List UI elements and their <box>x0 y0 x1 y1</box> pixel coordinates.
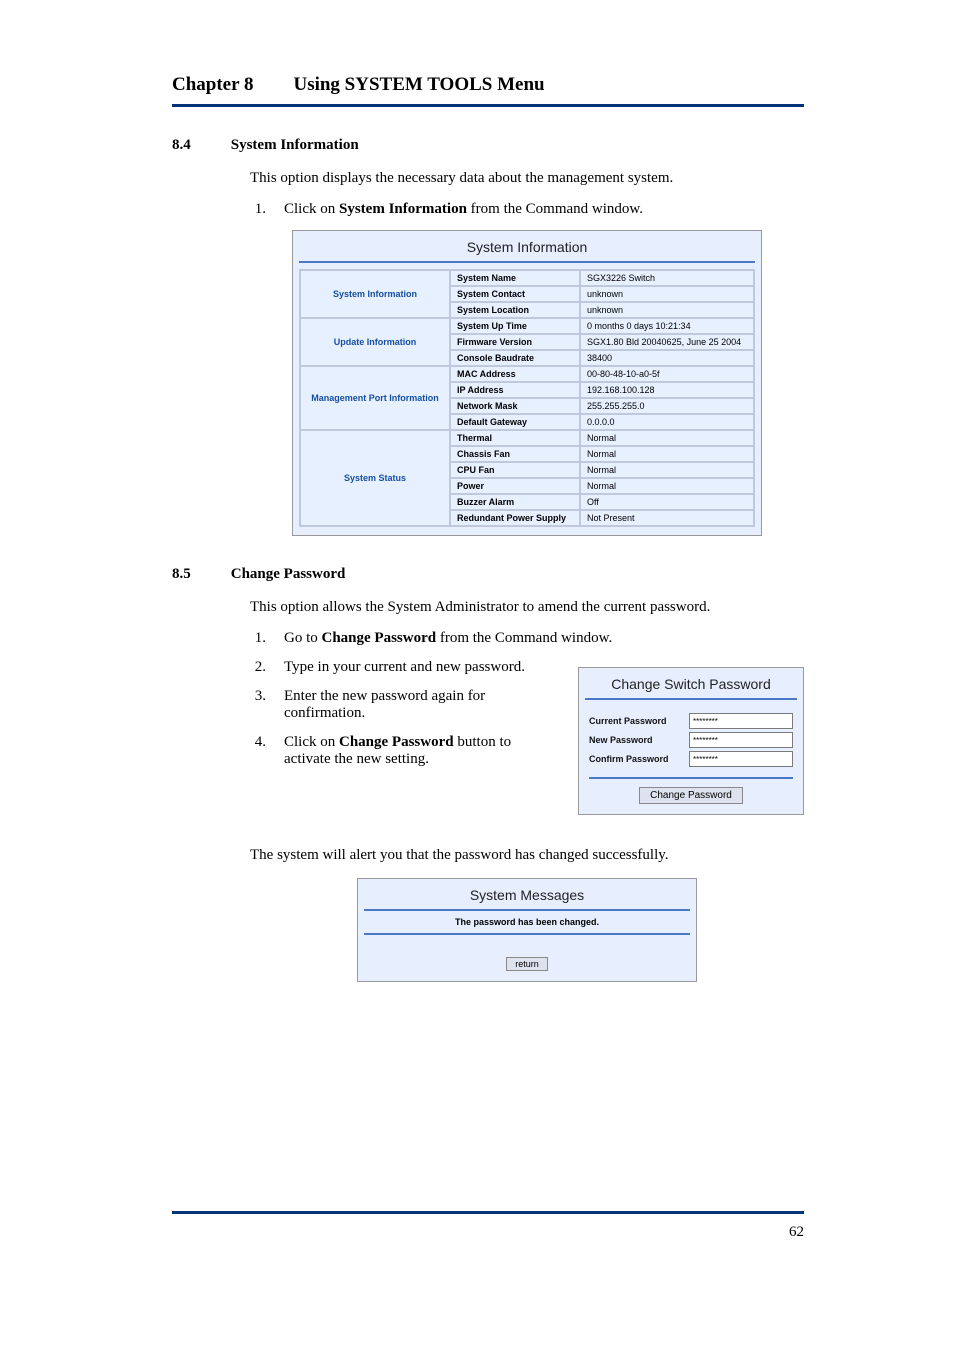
change-password-button[interactable]: Change Password <box>639 787 743 804</box>
new-password-label: New Password <box>589 735 681 745</box>
system-messages-screenshot: System Messages The password has been ch… <box>357 878 697 982</box>
field-value: 0 months 0 days 10:21:34 <box>580 318 754 334</box>
field-value: unknown <box>580 302 754 318</box>
field-label: Firmware Version <box>450 334 580 350</box>
section-8-5-heading: 8.5 Change Password <box>172 566 804 583</box>
field-value: 00-80-48-10-a0-5f <box>580 366 754 382</box>
field-value: Normal <box>580 462 754 478</box>
step-text: Enter the new password again for confirm… <box>284 688 558 722</box>
field-value: SGX1.80 Bld 20040625, June 25 2004 <box>580 334 754 350</box>
field-label: System Contact <box>450 286 580 302</box>
current-password-label: Current Password <box>589 716 681 726</box>
system-information-screenshot: System Information System InformationSys… <box>292 230 762 536</box>
field-label: CPU Fan <box>450 462 580 478</box>
step-text: Click on Change Password button to activ… <box>284 734 558 768</box>
return-button[interactable]: return <box>506 957 548 971</box>
field-label: Chassis Fan <box>450 446 580 462</box>
field-value: unknown <box>580 286 754 302</box>
step-number: 1. <box>250 201 266 218</box>
chapter-header: Chapter 8 Using SYSTEM TOOLS Menu <box>172 68 804 107</box>
section-8-5-step-3: 3. Enter the new password again for conf… <box>250 688 558 722</box>
step-text: Go to Change Password from the Command w… <box>284 630 612 647</box>
field-value: SGX3226 Switch <box>580 270 754 286</box>
field-label: System Name <box>450 270 580 286</box>
field-label: IP Address <box>450 382 580 398</box>
section-8-4-intro: This option displays the necessary data … <box>250 170 804 187</box>
field-value: Off <box>580 494 754 510</box>
step-text: Type in your current and new password. <box>284 659 525 676</box>
field-label: Buzzer Alarm <box>450 494 580 510</box>
field-value: 0.0.0.0 <box>580 414 754 430</box>
message-text: The password has been changed. <box>364 909 690 935</box>
current-password-input[interactable]: ******** <box>689 713 793 729</box>
field-label: System Location <box>450 302 580 318</box>
step-number: 4. <box>250 734 266 768</box>
new-password-row: New Password ******** <box>589 732 793 748</box>
category-cell: System Information <box>300 270 450 318</box>
step-number: 1. <box>250 630 266 647</box>
system-info-table: System InformationSystem NameSGX3226 Swi… <box>299 269 755 527</box>
field-label: Console Baudrate <box>450 350 580 366</box>
field-value: 38400 <box>580 350 754 366</box>
field-value: Not Present <box>580 510 754 526</box>
step-number: 2. <box>250 659 266 676</box>
section-title: System Information <box>231 137 359 154</box>
page-number: 62 <box>172 1214 804 1241</box>
section-8-5-after: The system will alert you that the passw… <box>250 847 804 864</box>
field-value: 255.255.255.0 <box>580 398 754 414</box>
step-number: 3. <box>250 688 266 722</box>
panel-title: System Information <box>293 231 761 261</box>
section-title: Change Password <box>231 566 346 583</box>
section-8-4-heading: 8.4 System Information <box>172 137 804 154</box>
field-label: MAC Address <box>450 366 580 382</box>
field-label: Redundant Power Supply <box>450 510 580 526</box>
page-footer: 62 <box>172 1211 804 1241</box>
panel-title: Change Switch Password <box>579 668 803 698</box>
category-cell: Update Information <box>300 318 450 366</box>
divider <box>585 698 797 700</box>
change-password-screenshot: Change Switch Password Current Password … <box>578 667 804 815</box>
section-8-4-step-1: 1. Click on System Information from the … <box>250 201 804 218</box>
panel-title: System Messages <box>358 879 696 909</box>
field-value: Normal <box>580 430 754 446</box>
field-value: 192.168.100.128 <box>580 382 754 398</box>
field-label: Default Gateway <box>450 414 580 430</box>
section-8-5-step-2: 2. Type in your current and new password… <box>250 659 558 676</box>
category-cell: Management Port Information <box>300 366 450 430</box>
field-label: System Up Time <box>450 318 580 334</box>
chapter-title: Using SYSTEM TOOLS Menu <box>293 74 544 96</box>
section-8-5-step-4: 4. Click on Change Password button to ac… <box>250 734 558 768</box>
field-label: Thermal <box>450 430 580 446</box>
step-text: Click on System Information from the Com… <box>284 201 643 218</box>
field-label: Power <box>450 478 580 494</box>
divider <box>299 261 755 263</box>
confirm-password-label: Confirm Password <box>589 754 681 764</box>
section-8-5-intro: This option allows the System Administra… <box>250 599 804 616</box>
confirm-password-input[interactable]: ******** <box>689 751 793 767</box>
field-value: Normal <box>580 478 754 494</box>
confirm-password-row: Confirm Password ******** <box>589 751 793 767</box>
current-password-row: Current Password ******** <box>589 713 793 729</box>
section-8-5-step-1: 1. Go to Change Password from the Comman… <box>250 630 804 647</box>
field-label: Network Mask <box>450 398 580 414</box>
field-value: Normal <box>580 446 754 462</box>
section-number: 8.5 <box>172 566 191 583</box>
section-number: 8.4 <box>172 137 191 154</box>
chapter-label: Chapter 8 <box>172 74 253 96</box>
new-password-input[interactable]: ******** <box>689 732 793 748</box>
category-cell: System Status <box>300 430 450 526</box>
